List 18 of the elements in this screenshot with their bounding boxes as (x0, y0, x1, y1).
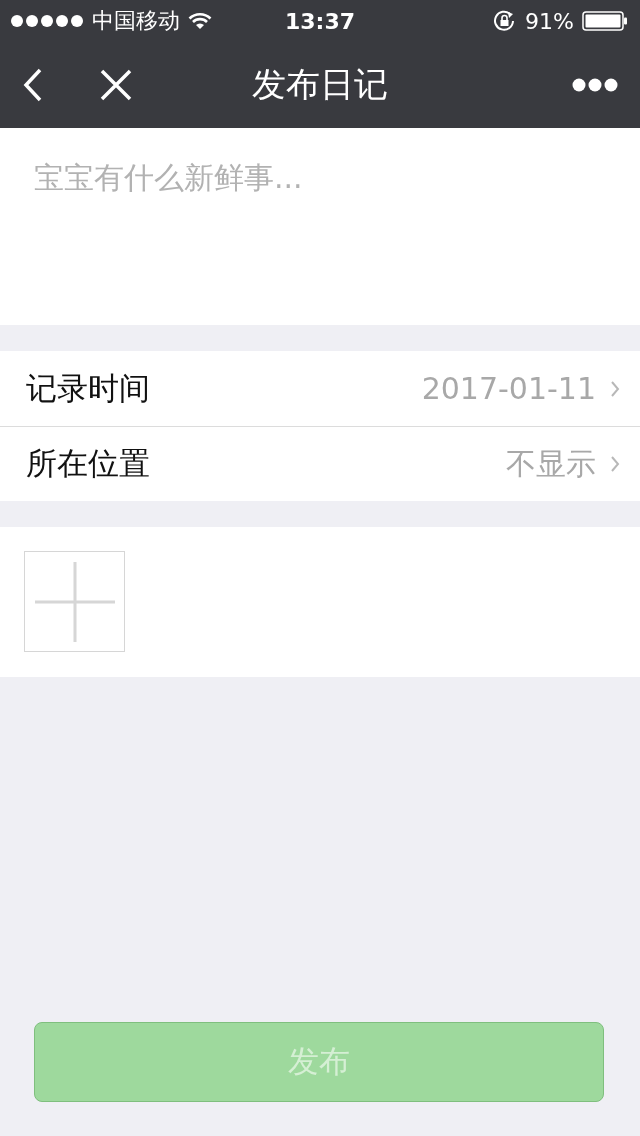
field-value: 不显示 (506, 444, 596, 483)
form-row[interactable]: 所在位置 不显示 (0, 426, 640, 501)
wifi-icon (188, 12, 212, 30)
field-value: 2017-01-11 (421, 371, 596, 406)
field-label: 记录时间 (26, 368, 150, 408)
chevron-right-icon (610, 455, 620, 473)
close-button[interactable] (100, 69, 132, 101)
chevron-right-icon (610, 379, 620, 398)
page-title: 发布日记 (252, 63, 388, 106)
more-button[interactable] (572, 78, 618, 92)
signal-icon (10, 14, 84, 28)
battery-percent: 91% (525, 8, 574, 34)
field-label: 所在位置 (26, 444, 150, 483)
carrier-name: 中国移动 (92, 7, 180, 35)
form-row[interactable]: 记录时间 2017-01-11 (0, 351, 640, 426)
status-time: 13:37 (285, 8, 355, 34)
back-button[interactable] (22, 67, 44, 103)
battery-icon (582, 11, 628, 31)
